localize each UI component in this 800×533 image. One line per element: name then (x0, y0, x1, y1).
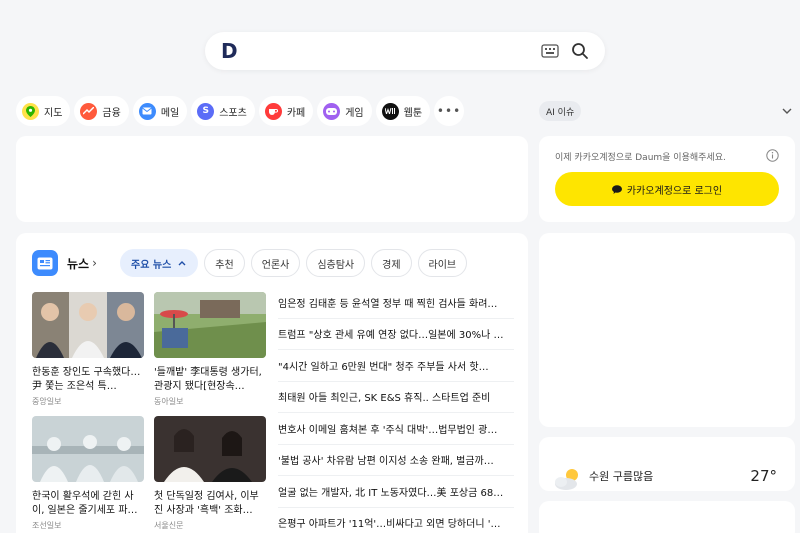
banner-area (16, 136, 528, 222)
news-thumbnail (154, 416, 266, 482)
service-cafe-label: 카페 (286, 107, 306, 119)
side-panel (539, 501, 795, 533)
cafe-icon (264, 102, 282, 120)
service-game-label: 게임 (345, 107, 364, 119)
news-card-source: 서울신문 (154, 521, 184, 530)
chevron-right-icon: › (92, 256, 97, 270)
tab-economy[interactable]: 경제 (371, 249, 412, 277)
news-thumbnail (32, 416, 144, 482)
ai-issue-badge[interactable]: AI 이슈 (539, 101, 582, 121)
tab-live[interactable]: 라이브 (417, 249, 468, 277)
webtoon-icon (381, 102, 399, 120)
chevron-up-icon (178, 261, 186, 266)
news-card[interactable]: 한국이 활우석에 갇힌 사이, 일본은 줄기세포 파… 조선일보 (32, 416, 144, 531)
tab-recommended[interactable]: 추천 (204, 249, 245, 277)
service-sports[interactable]: S 스포츠 (191, 96, 255, 126)
news-thumbnail (154, 292, 266, 358)
service-map-label: 지도 (44, 107, 63, 119)
kakao-talk-icon (611, 184, 622, 194)
cloudy-sun-icon (555, 469, 578, 490)
service-webtoon[interactable]: 웹툰 (375, 96, 431, 126)
news-card[interactable]: 첫 단독일정 김여사, 이부진 사장과 '흑백' 조화… 서울신문 (154, 416, 266, 531)
service-mail[interactable]: 메일 (132, 96, 188, 126)
game-icon (323, 102, 341, 120)
headline-item[interactable]: 트럼프 "상호 관세 유예 연장 없다…일본에 30%나 … (278, 319, 514, 350)
login-message: 이제 카카오계정으로 Daum을 이용해주세요. (555, 153, 726, 163)
weather-location: 수원 구름많음 (589, 470, 654, 483)
news-card-title: 첫 단독일정 김여사, 이부진 사장과 '흑백' 조화… (154, 491, 259, 516)
more-services-button[interactable]: ••• (434, 96, 465, 126)
news-card-title: 한동훈 장인도 구속했다…尹 쫓는 조은석 특… (32, 367, 141, 392)
headline-item[interactable]: 임은정 김태훈 등 윤석열 정부 때 찍힌 검사들 화려… (278, 287, 514, 319)
service-sports-label: 스포츠 (219, 107, 247, 119)
headline-item[interactable]: 최태원 아들 최인근, SK E&S 휴직.. 스타트업 준비 (278, 382, 514, 413)
tab-in-depth[interactable]: 심층탐사 (306, 249, 366, 277)
kakao-login-button[interactable]: 카카오계정으로 로그인 (555, 172, 779, 206)
weather-panel[interactable]: 수원 구름많음 27° (539, 437, 795, 491)
service-shortcuts: 지도 금융 메일 S 스포츠 카페 게임 웹툰 ••• (16, 96, 465, 126)
news-thumbnail (32, 292, 144, 358)
headline-item[interactable]: 변호사 이메일 훔쳐본 후 '주식 대박'…법무법인 광… (278, 413, 514, 445)
news-header[interactable]: 뉴스 › (32, 249, 97, 277)
service-finance-label: 금융 (102, 107, 121, 119)
headline-item[interactable]: 은평구 아파트가 '11억'…비싸다고 외면 당하더니 '… (278, 508, 514, 533)
news-title: 뉴스 (67, 256, 90, 271)
news-icon (32, 250, 58, 276)
news-panel: 뉴스 › 주요 뉴스 추천 언론사 심층탐사 경제 라이브 한동훈 장인도 구속… (16, 233, 528, 533)
service-map[interactable]: 지도 (16, 96, 71, 126)
service-mail-label: 메일 (160, 107, 180, 119)
news-tabs: 주요 뉴스 추천 언론사 심층탐사 경제 라이브 (120, 249, 468, 277)
mail-icon (138, 102, 156, 120)
headline-item[interactable]: '불법 공사' 차유람 남편 이지성 소송 완패, 벌금까… (278, 445, 514, 476)
headline-item[interactable]: 얼굴 없는 개발자, 北 IT 노동자였다…美 포상금 68… (278, 476, 514, 508)
daum-logo[interactable]: D (221, 39, 238, 63)
search-icon[interactable] (571, 42, 589, 60)
news-card-source: 조선일보 (32, 521, 62, 530)
news-card[interactable]: 한동훈 장인도 구속했다…尹 쫓는 조은석 특… 중앙일보 (32, 292, 144, 407)
search-box[interactable]: D (205, 32, 605, 70)
map-icon (22, 102, 39, 120)
sports-icon: S (197, 102, 215, 120)
service-webtoon-label: 웹툰 (403, 107, 423, 119)
tab-press[interactable]: 언론사 (250, 249, 301, 277)
news-card-title: 한국이 활우석에 갇힌 사이, 일본은 줄기세포 파… (32, 491, 138, 516)
news-card-title: '들깨밭' 李대통령 생가터, 관광지 됐다[현장속… (154, 367, 262, 392)
news-card[interactable]: '들깨밭' 李대통령 생가터, 관광지 됐다[현장속… 동아일보 (154, 292, 266, 407)
news-card-source: 중앙일보 (32, 397, 62, 406)
headline-list: 임은정 김태훈 등 윤석열 정부 때 찍힌 검사들 화려… 트럼프 "상호 관세… (278, 287, 514, 533)
chevron-down-icon[interactable] (780, 104, 794, 118)
weather-temperature: 27° (750, 467, 777, 485)
kakao-login-label: 카카오계정으로 로그인 (626, 185, 723, 197)
search-input[interactable] (249, 40, 529, 62)
login-panel: 이제 카카오계정으로 Daum을 이용해주세요. 카카오계정으로 로그인 (539, 136, 795, 222)
tab-main-news[interactable]: 주요 뉴스 (120, 249, 199, 277)
info-icon[interactable] (766, 149, 779, 162)
service-finance[interactable]: 금융 (74, 96, 129, 126)
service-cafe[interactable]: 카페 (258, 96, 314, 126)
finance-icon (80, 102, 98, 120)
news-card-source: 동아일보 (154, 397, 184, 406)
tab-main-news-label: 주요 뉴스 (131, 259, 172, 271)
service-game[interactable]: 게임 (317, 96, 372, 126)
headline-item[interactable]: "4시간 일하고 6만원 번대" 청주 주부들 사서 핫… (278, 350, 514, 382)
ad-panel (539, 233, 795, 427)
keyboard-icon[interactable] (541, 44, 559, 58)
